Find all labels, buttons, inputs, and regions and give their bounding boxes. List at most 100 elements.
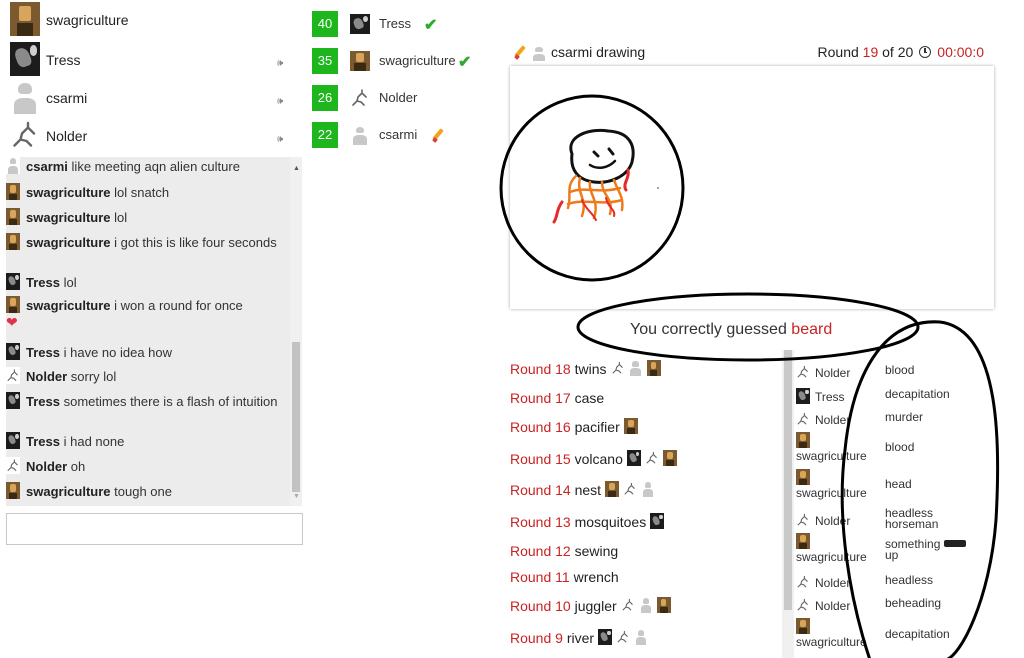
- guess-author: Nolder: [796, 597, 850, 613]
- chat-text: sorry lol: [70, 369, 117, 384]
- guess-author-name: swagriculture: [796, 635, 867, 649]
- guess-word-text: headless: [885, 573, 934, 587]
- guess-author: Nolder: [796, 574, 850, 590]
- round-total: of 20: [882, 44, 914, 60]
- chat-avatar: [6, 273, 20, 290]
- chat-text: lol snatch: [114, 185, 170, 200]
- guess-word: decapitation: [885, 388, 985, 400]
- guess-avatar: [796, 388, 810, 404]
- player-row[interactable]: Tress 🕪: [0, 40, 300, 78]
- round-entry: Round 17 case: [510, 390, 604, 406]
- round-label: Round 14: [510, 482, 571, 498]
- round-word: case: [574, 390, 605, 406]
- speaker-icon[interactable]: 🕪: [277, 134, 283, 145]
- heart-icon: ❤: [6, 314, 18, 330]
- player-name: Nolder: [46, 128, 88, 144]
- correct-guess-message: You correctly guessed beard: [630, 321, 832, 339]
- player-avatar: [10, 118, 40, 152]
- round-guesser-avatar: [620, 597, 635, 613]
- guess-word-text: blood: [885, 363, 915, 377]
- player-row[interactable]: swagriculture: [0, 0, 300, 38]
- guess-avatar: [796, 597, 810, 613]
- chat-avatar: [6, 392, 20, 409]
- scroll-up-arrow-icon[interactable]: ▲: [293, 165, 300, 172]
- score-value: 22: [312, 122, 338, 148]
- guess-author-name: Nolder: [815, 514, 851, 528]
- chat-username: swagriculture: [26, 185, 111, 200]
- chat-message: swagriculture lol snatch: [6, 183, 288, 201]
- round-label: Round 16: [510, 419, 571, 435]
- round-label: Round 17: [510, 390, 571, 406]
- player-row[interactable]: csarmi 🕪: [0, 78, 300, 116]
- round-word: Round: [817, 44, 859, 60]
- round-info: Round 19 of 20 00:00:0: [818, 44, 984, 60]
- speaker-icon[interactable]: 🕪: [277, 58, 283, 69]
- round-entry: Round 15 volcano: [510, 450, 677, 467]
- round-word: twins: [574, 361, 607, 377]
- guess-word-text: blood: [885, 440, 915, 454]
- round-word: mosquitoes: [574, 514, 647, 530]
- check-icon: ✔: [458, 54, 472, 71]
- guess-author: swagriculture: [796, 469, 867, 500]
- chat-avatar: [6, 157, 20, 174]
- round-entry: Round 13 mosquitoes: [510, 513, 665, 530]
- timer: 00:00:0: [937, 44, 984, 60]
- guess-word: murder: [885, 411, 985, 423]
- guess-avatar: [796, 411, 810, 427]
- guess-word: blood: [885, 363, 985, 377]
- guess-author-name: swagriculture: [796, 550, 867, 564]
- guess-author-name: Nolder: [815, 413, 851, 427]
- round-guesser-avatar: [623, 418, 638, 434]
- chat-avatar: [6, 296, 20, 313]
- round-guesser-avatar: [646, 360, 661, 376]
- chat-scrollbar[interactable]: ▲ ▼: [290, 157, 302, 506]
- player-name: csarmi: [46, 90, 88, 106]
- round-guesser-avatar: [656, 597, 671, 613]
- drawing-canvas[interactable]: [510, 66, 994, 309]
- guess-scroll-thumb[interactable]: [784, 350, 792, 610]
- chat-scroll-thumb[interactable]: [292, 342, 300, 492]
- player-avatar: [10, 80, 40, 114]
- round-guesser-avatar: [650, 513, 665, 529]
- chat-avatar: [6, 208, 20, 225]
- guess-author: Nolder: [796, 512, 850, 528]
- guess-author: Tress: [796, 388, 845, 404]
- guess-author-name: Nolder: [815, 366, 851, 380]
- score-avatar: [350, 51, 370, 71]
- guess-avatar: [796, 512, 810, 528]
- round-label: Round 13: [510, 514, 571, 530]
- round-guesser-avatar: [623, 481, 638, 497]
- guess-avatar: [796, 574, 810, 590]
- check-icon: ✔: [424, 17, 438, 34]
- censor-scribble: [943, 540, 966, 547]
- chat-message: swagriculture lol: [6, 208, 288, 226]
- chat-username: Nolder: [26, 369, 68, 384]
- guess-word-text: headless horseman: [885, 506, 939, 531]
- chat-username: Tress: [26, 345, 60, 360]
- guess-avatar: [796, 432, 810, 448]
- drawer-name: csarmi: [551, 44, 593, 60]
- speaker-icon[interactable]: 🕪: [277, 96, 283, 107]
- chat-avatar: [6, 482, 20, 499]
- player-name: swagriculture: [46, 12, 129, 28]
- round-guesser-avatar: [644, 450, 659, 466]
- guess-scrollbar[interactable]: [782, 350, 794, 658]
- chat-text: oh: [70, 459, 86, 474]
- chat-text: sometimes there is a flash of intuition: [63, 394, 278, 409]
- chat-message: swagriculture i won a round for once ❤: [6, 296, 288, 331]
- round-guesser-avatar: [610, 360, 625, 376]
- chat-message: swagriculture tough one: [6, 482, 288, 500]
- chat-input[interactable]: [6, 513, 303, 545]
- guess-word-text: beheading: [885, 596, 942, 610]
- chat-message: Tress i have no idea how: [6, 343, 288, 361]
- round-entry: Round 9 river: [510, 629, 649, 646]
- player-avatar: [10, 2, 40, 36]
- round-guesser-avatar: [638, 597, 653, 613]
- chat-message: csarmi like meeting aqn alien culture: [6, 157, 288, 175]
- pencil-icon: [431, 128, 445, 142]
- score-value: 35: [312, 48, 338, 74]
- player-row[interactable]: Nolder 🕪: [0, 116, 300, 154]
- scroll-down-arrow-icon[interactable]: ▼: [293, 493, 300, 500]
- round-guesser-avatar: [626, 450, 641, 466]
- guess-avatar: [796, 618, 810, 634]
